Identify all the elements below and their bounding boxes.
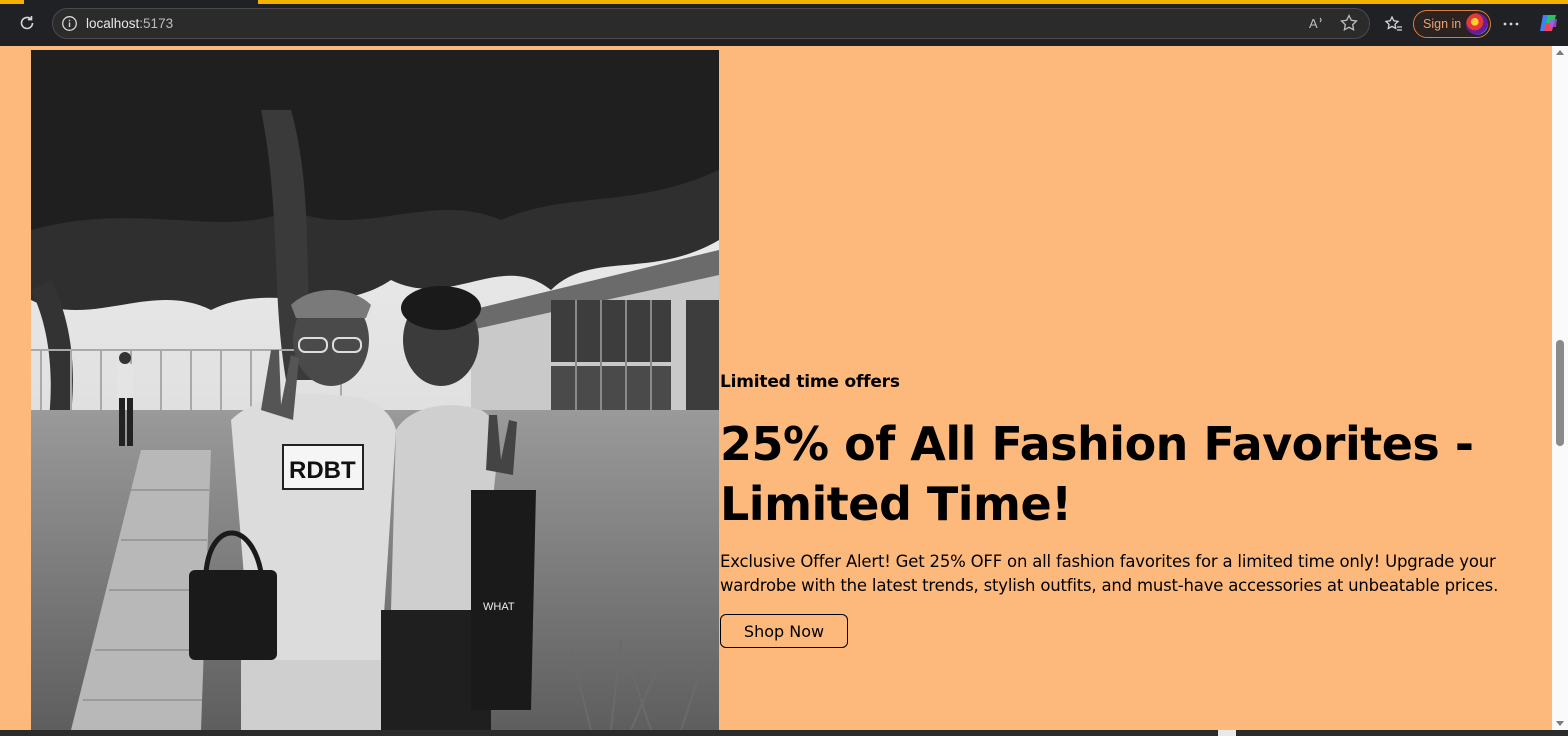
hero-kicker: Limited time offers (720, 372, 900, 392)
hero-text: Limited time offers 25% of All Fashion F… (720, 372, 1520, 648)
more-icon[interactable] (1497, 10, 1525, 38)
info-icon[interactable] (61, 15, 78, 36)
favorites-icon[interactable] (1380, 10, 1408, 38)
vertical-scrollbar[interactable] (1552, 46, 1568, 730)
bottom-strip (0, 730, 1568, 736)
svg-text:A: A (1309, 16, 1318, 31)
avatar (1466, 13, 1488, 35)
reload-icon[interactable] (13, 9, 41, 37)
sign-in-button[interactable]: Sign in (1413, 10, 1491, 38)
loading-bar (258, 0, 1568, 4)
favorite-star-icon[interactable] (1339, 13, 1359, 37)
hero-headline: 25% of All Fashion Favorites - Limited T… (720, 417, 1474, 531)
address-bar[interactable]: localhost:5173 A (52, 8, 1370, 39)
url-port: :5173 (139, 16, 174, 31)
loading-bar-left (0, 0, 24, 4)
bottom-strip-segment (1218, 730, 1236, 736)
hero-photo-illustration: RDBT WHAT (31, 50, 719, 730)
hero-description: Exclusive Offer Alert! Get 25% OFF on al… (720, 552, 1499, 595)
url-host: localhost (86, 16, 140, 31)
scroll-down-icon[interactable] (1556, 721, 1564, 726)
scrollbar-thumb[interactable] (1556, 340, 1564, 446)
svg-text:WHAT: WHAT (483, 601, 515, 613)
page-viewport: RDBT WHAT Limited time offers 25% of All… (0, 46, 1552, 730)
url-text: localhost:5173 (86, 16, 173, 31)
copilot-icon[interactable] (1535, 9, 1563, 37)
scroll-up-icon[interactable] (1556, 50, 1564, 55)
sign-in-label: Sign in (1423, 17, 1462, 31)
read-aloud-icon[interactable]: A (1307, 13, 1327, 37)
shop-now-button[interactable]: Shop Now (720, 614, 848, 648)
shirt-print-text: RDBT (289, 457, 356, 484)
hero-photo: RDBT WHAT (31, 50, 719, 730)
